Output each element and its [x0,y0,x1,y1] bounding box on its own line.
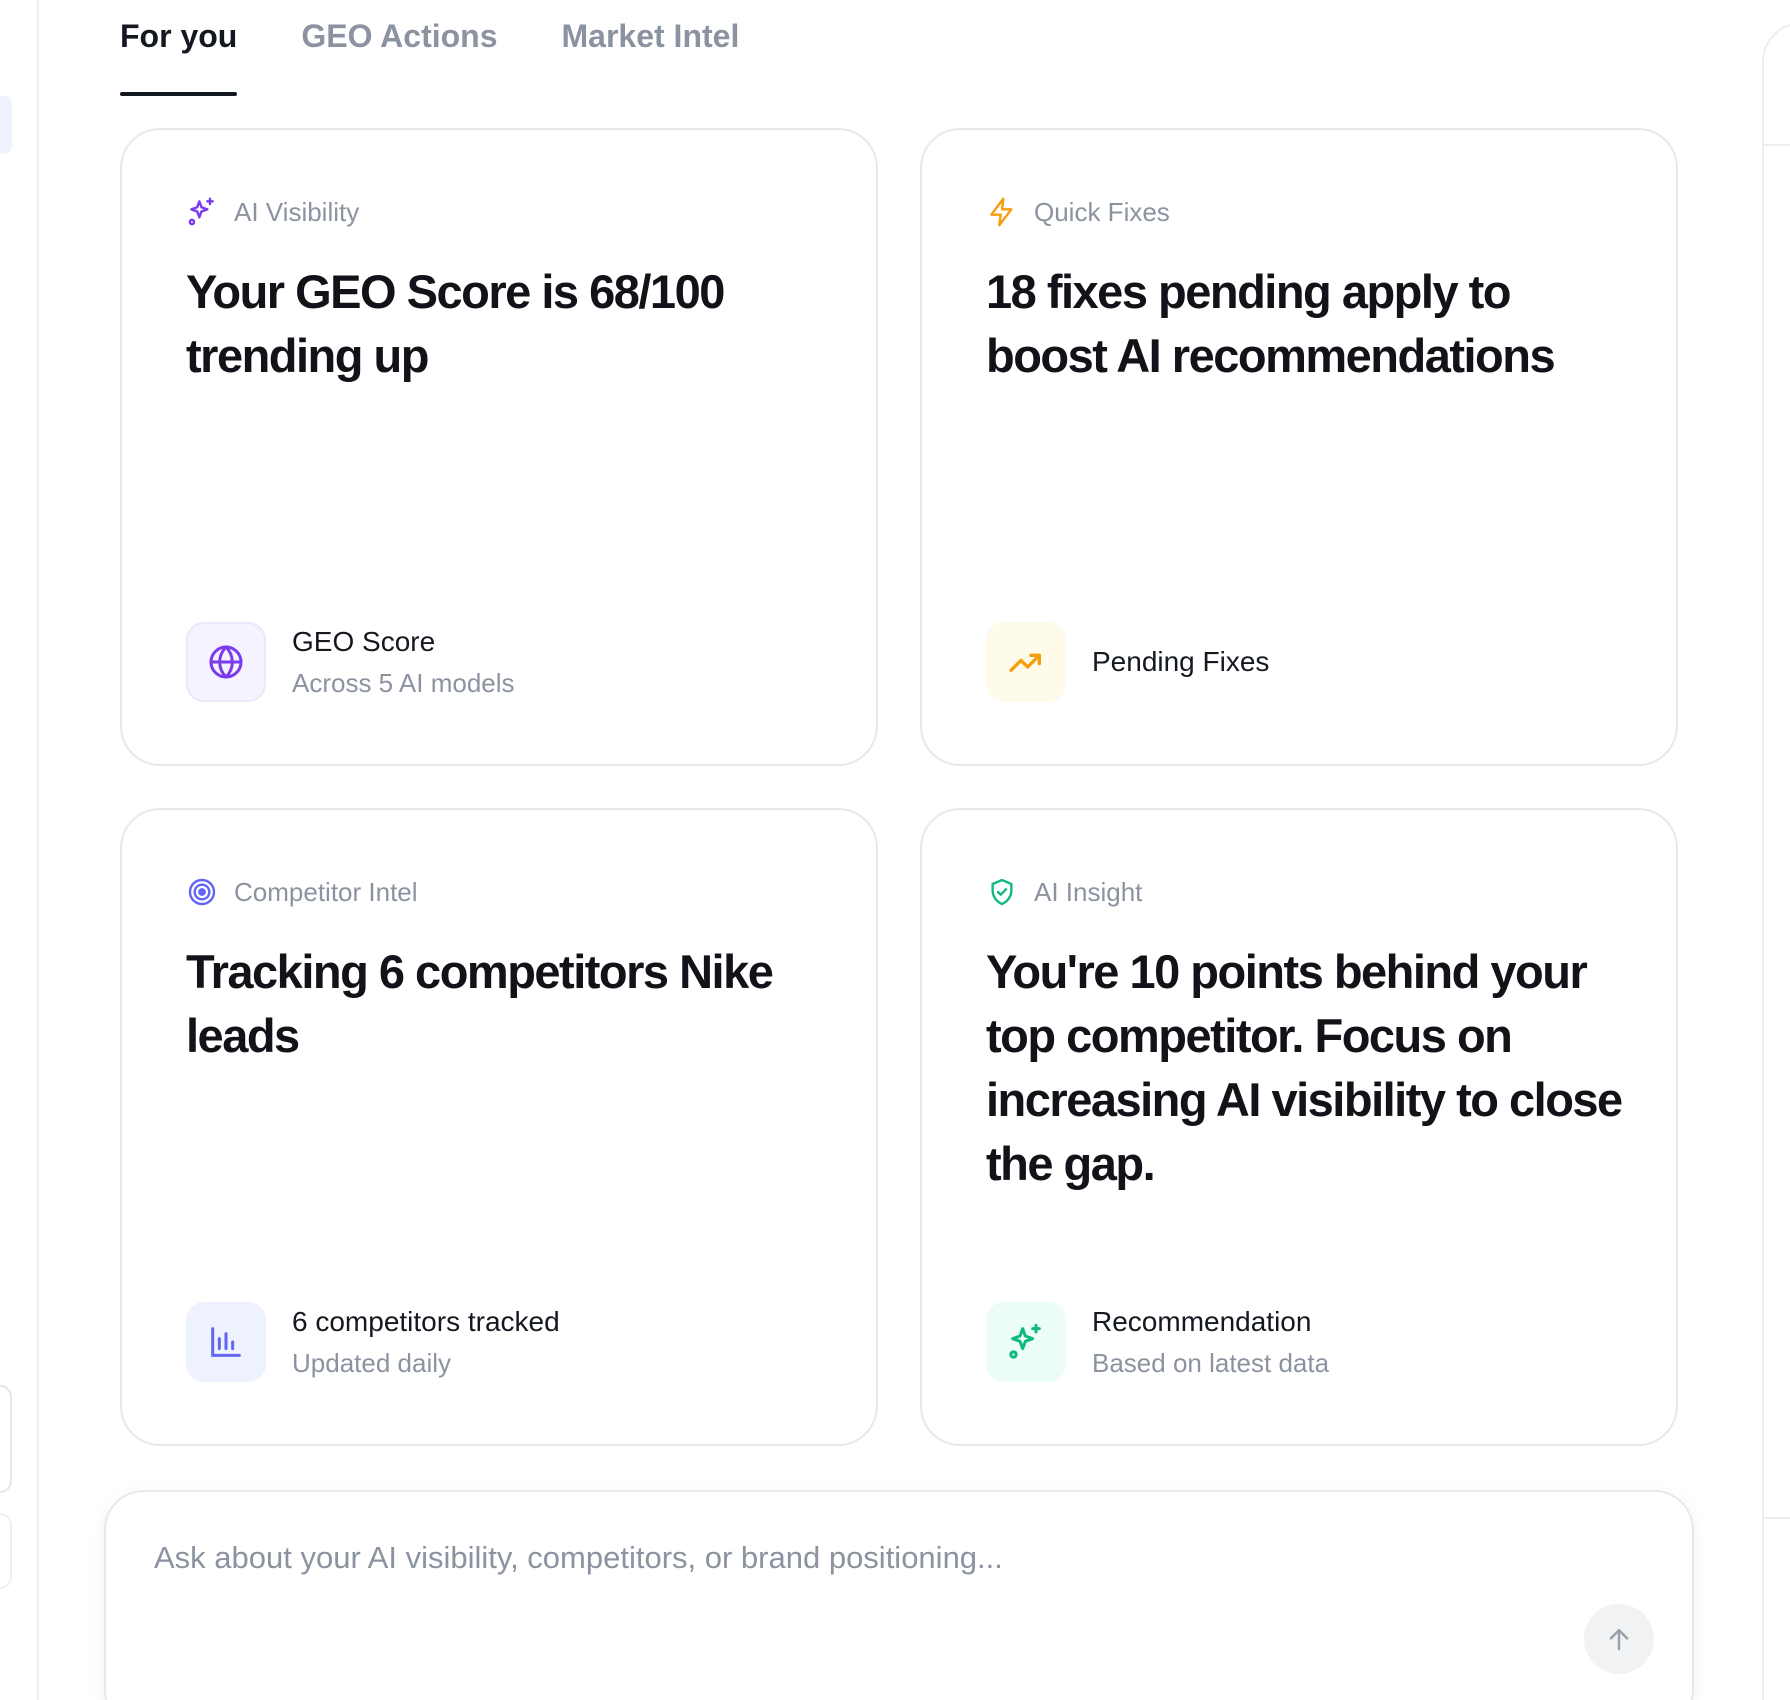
right-panel [1762,22,1790,1700]
card-footer-main: Recommendation [1092,1305,1312,1337]
card-ai-visibility[interactable]: AI Visibility Your GEO Score is 68/100 t… [120,128,878,766]
left-sidebar [0,0,39,1700]
card-footer: GEO Score Across 5 AI models [186,622,515,702]
page: For you GEO Actions Market Intel AI Visi… [0,0,1790,1700]
card-footer-text: GEO Score Across 5 AI models [292,626,515,699]
trending-up-icon [986,622,1066,702]
shield-check-icon [986,876,1018,908]
card-category: Competitor Intel [186,876,418,908]
card-footer: Pending Fixes [986,622,1269,702]
card-title: 18 fixes pending apply to boost AI recom… [986,265,1556,382]
tab-market-intel[interactable]: Market Intel [562,0,740,96]
card-footer-sub: Based on latest data [1092,1347,1330,1378]
card-competitor-intel[interactable]: Competitor Intel Tracking 6 competitors … [120,808,878,1446]
right-panel-divider [1764,144,1790,146]
sidebar-active-item[interactable] [0,96,12,154]
bar-chart-icon [186,1302,266,1382]
card-category: Quick Fixes [986,196,1170,228]
card-footer-sub: Across 5 AI models [292,667,515,698]
card-footer-text: 6 competitors tracked Updated daily [292,1306,560,1379]
sparkles-icon [186,196,218,228]
tab-geo-actions[interactable]: GEO Actions [301,0,497,96]
tab-for-you[interactable]: For you [120,0,238,96]
card-title: Tracking 6 competitors Nike leads [186,945,774,1062]
sparkles-icon [986,1302,1066,1382]
sidebar-panel[interactable] [0,1385,12,1493]
card-quick-fixes[interactable]: Quick Fixes 18 fixes pending apply to bo… [920,128,1678,766]
card-title: You're 10 points behind your top competi… [986,945,1623,1190]
card-footer-main: GEO Score [292,625,436,657]
ask-input[interactable] [154,1528,1554,1588]
arrow-up-icon [1604,1624,1634,1654]
card-title: Your GEO Score is 68/100 trending up [186,265,725,382]
chat-composer [104,1490,1694,1700]
card-footer-sub: Updated daily [292,1347,451,1378]
card-category: AI Insight [986,876,1142,908]
send-button[interactable] [1584,1604,1654,1674]
card-category-label: AI Visibility [234,196,360,227]
card-footer: 6 competitors tracked Updated daily [186,1302,560,1382]
card-footer-main: 6 competitors tracked [292,1305,560,1337]
card-footer-text: Recommendation Based on latest data [1092,1306,1329,1379]
card-ai-insight[interactable]: AI Insight You're 10 points behind your … [920,808,1678,1446]
lightning-icon [986,196,1018,228]
card-category: AI Visibility [186,196,359,228]
right-panel-divider [1764,1517,1790,1519]
card-category-label: Competitor Intel [234,876,418,907]
card-footer: Recommendation Based on latest data [986,1302,1329,1382]
card-category-label: Quick Fixes [1034,196,1170,227]
globe-icon [186,622,266,702]
card-footer-text: Pending Fixes [1092,646,1269,678]
sidebar-button[interactable] [0,1513,12,1589]
tab-bar: For you GEO Actions Market Intel [120,0,739,96]
card-footer-main: Pending Fixes [1092,646,1270,677]
card-category-label: AI Insight [1034,876,1143,907]
target-icon [186,876,218,908]
